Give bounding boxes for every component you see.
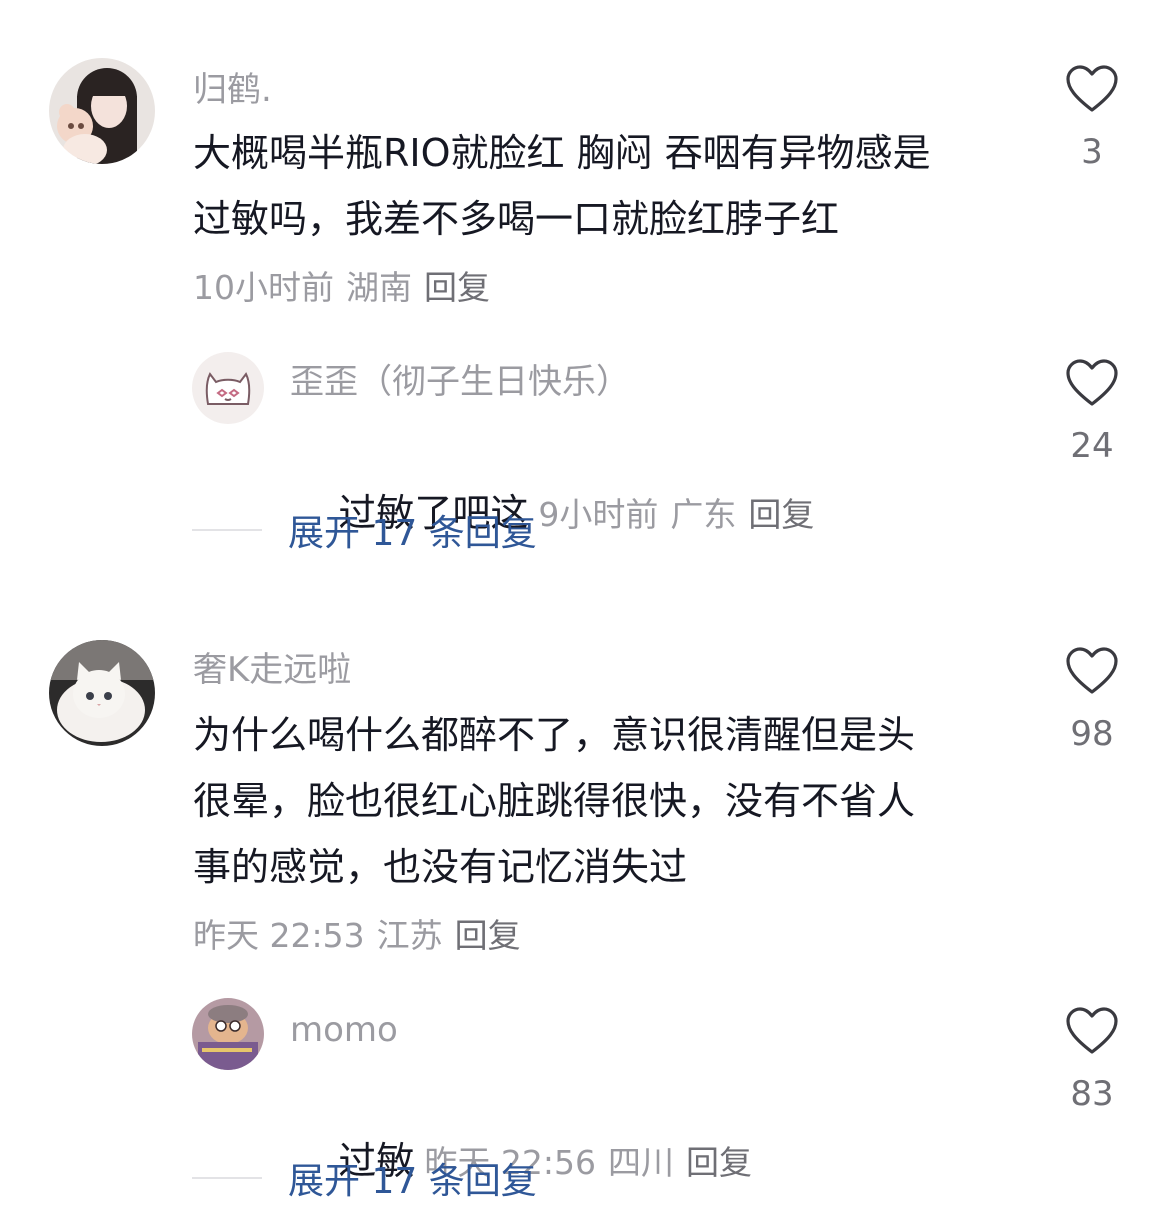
reply-location: 广东 bbox=[670, 495, 737, 534]
username[interactable]: 奢K走远啦 bbox=[193, 648, 351, 692]
comment-text-line: 过敏吗，我差不多喝一口就脸红脖子红 bbox=[193, 197, 840, 241]
like-button[interactable]: 3 bbox=[1052, 64, 1132, 172]
reply-avatar[interactable] bbox=[192, 998, 264, 1070]
like-button[interactable]: 98 bbox=[1052, 646, 1132, 754]
reply-username[interactable]: 歪歪（彻子生日快乐） bbox=[290, 360, 630, 404]
divider-line bbox=[192, 529, 262, 531]
comment-meta: 昨天 22:53 江苏 回复 bbox=[193, 914, 533, 958]
reply-username[interactable]: momo bbox=[290, 1008, 398, 1052]
heart-outline-icon bbox=[1066, 647, 1118, 694]
reply-avatar[interactable] bbox=[192, 352, 264, 424]
heart-outline-icon bbox=[1066, 359, 1118, 406]
comment-meta: 10小时前 湖南 回复 bbox=[193, 266, 502, 310]
comment-location: 江苏 bbox=[376, 916, 443, 955]
heart-outline-icon bbox=[1066, 65, 1118, 112]
reply-button[interactable]: 回复 bbox=[455, 916, 521, 955]
reply-button[interactable]: 回复 bbox=[748, 495, 814, 534]
comment-text-line: 为什么喝什么都醉不了，意识很清醒但是头 bbox=[193, 713, 916, 757]
comment-location: 湖南 bbox=[346, 268, 412, 307]
user-avatar[interactable] bbox=[49, 640, 155, 746]
comment-text-line: 大概喝半瓶RIO就脸红 胸闷 吞咽有异物感是 bbox=[193, 131, 931, 175]
reply-time: 9小时前 bbox=[538, 495, 659, 534]
comment-text-line: 事的感觉，也没有记忆消失过 bbox=[193, 845, 688, 889]
like-count: 98 bbox=[1070, 714, 1114, 754]
comment-text: 为什么喝什么都醉不了，意识很清醒但是头 很晕，脸也很红心脏跳得很快，没有不省人 事的… bbox=[193, 702, 915, 900]
expand-replies[interactable]: 展开 17 条回复 bbox=[192, 500, 537, 560]
reply-button[interactable]: 回复 bbox=[424, 268, 490, 307]
like-count: 24 bbox=[1070, 426, 1114, 466]
like-count: 3 bbox=[1081, 132, 1103, 172]
expand-replies-label[interactable]: 展开 17 条回复 bbox=[288, 1152, 537, 1204]
expand-replies-label[interactable]: 展开 17 条回复 bbox=[288, 504, 537, 556]
like-button[interactable]: 83 bbox=[1052, 1006, 1132, 1114]
username[interactable]: 归鹤. bbox=[193, 68, 272, 112]
reply-button[interactable]: 回复 bbox=[686, 1143, 752, 1182]
like-button[interactable]: 24 bbox=[1052, 358, 1132, 466]
expand-replies[interactable]: 展开 17 条回复 bbox=[192, 1148, 537, 1208]
user-avatar[interactable] bbox=[49, 58, 155, 164]
heart-outline-icon bbox=[1066, 1007, 1118, 1054]
divider-line bbox=[192, 1177, 262, 1179]
comment-time: 昨天 22:53 bbox=[193, 916, 365, 955]
comment-text: 大概喝半瓶RIO就脸红 胸闷 吞咽有异物感是 过敏吗，我差不多喝一口就脸红脖子红 bbox=[193, 120, 931, 252]
comment-text-line: 很晕，脸也很红心脏跳得很快，没有不省人 bbox=[193, 779, 916, 823]
reply-location: 四川 bbox=[607, 1143, 674, 1182]
like-count: 83 bbox=[1070, 1074, 1114, 1114]
comment-time: 10小时前 bbox=[193, 268, 334, 307]
